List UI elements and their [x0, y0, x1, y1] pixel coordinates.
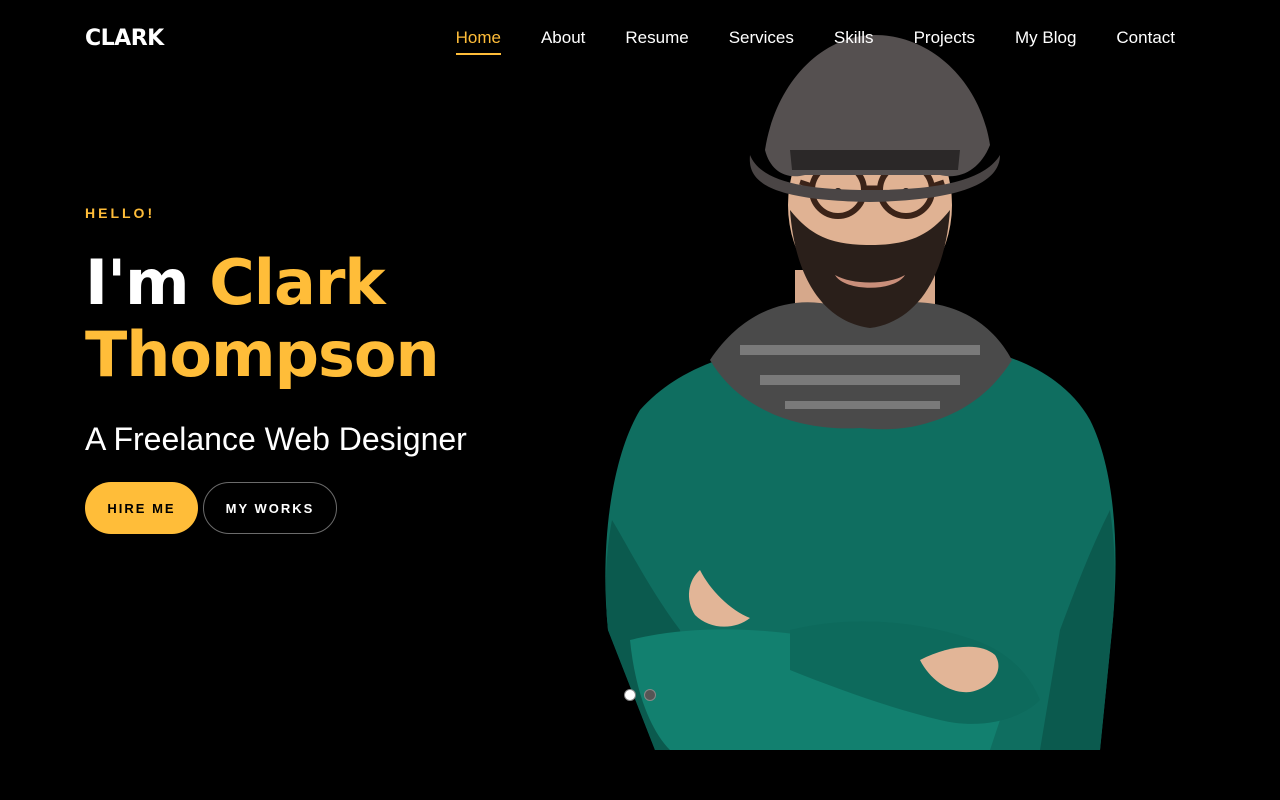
- nav-item-resume: Resume: [625, 28, 688, 55]
- nav-item-skills: Skills: [834, 28, 874, 55]
- hero-text: HELLO! I'm Clark Thompson A Freelance We…: [85, 205, 565, 458]
- hire-me-button[interactable]: HIRE ME: [85, 482, 198, 534]
- nav-item-services: Services: [729, 28, 794, 55]
- nav-link-blog[interactable]: My Blog: [1015, 28, 1076, 55]
- navbar: CLARK Home About Resume Services Skills …: [0, 0, 1280, 80]
- slider-dot-2[interactable]: [644, 689, 656, 701]
- nav-link-services[interactable]: Services: [729, 28, 794, 55]
- slider-dot-1[interactable]: [624, 689, 636, 701]
- slider-dots: [624, 689, 656, 701]
- nav-link-projects[interactable]: Projects: [914, 28, 975, 55]
- nav-menu: Home About Resume Services Skills Projec…: [455, 28, 1175, 55]
- hero-headline: I'm Clark Thompson: [85, 247, 565, 391]
- nav-item-home: Home: [455, 28, 501, 55]
- nav-item-blog: My Blog: [1015, 28, 1076, 55]
- nav-item-contact: Contact: [1116, 28, 1175, 55]
- my-works-button[interactable]: MY WORKS: [203, 482, 337, 534]
- nav-link-skills[interactable]: Skills: [834, 28, 874, 55]
- hero-name-first: Clark: [209, 246, 385, 319]
- hero-buttons: HIRE ME MY WORKS: [85, 482, 337, 534]
- hero-subtitle: A Freelance Web Designer: [85, 421, 467, 457]
- brand-logo[interactable]: CLARK: [85, 26, 164, 51]
- nav-link-home[interactable]: Home: [455, 28, 501, 55]
- hero-name-last: Thompson: [85, 318, 440, 391]
- hero-portrait: [605, 35, 1116, 750]
- nav-link-resume[interactable]: Resume: [625, 28, 688, 55]
- nav-item-projects: Projects: [914, 28, 975, 55]
- nav-link-about[interactable]: About: [541, 28, 585, 55]
- nav-link-contact[interactable]: Contact: [1116, 28, 1175, 55]
- nav-item-about: About: [541, 28, 585, 55]
- hero-intro: I'm: [85, 246, 190, 319]
- hero-greeting: HELLO!: [85, 205, 156, 221]
